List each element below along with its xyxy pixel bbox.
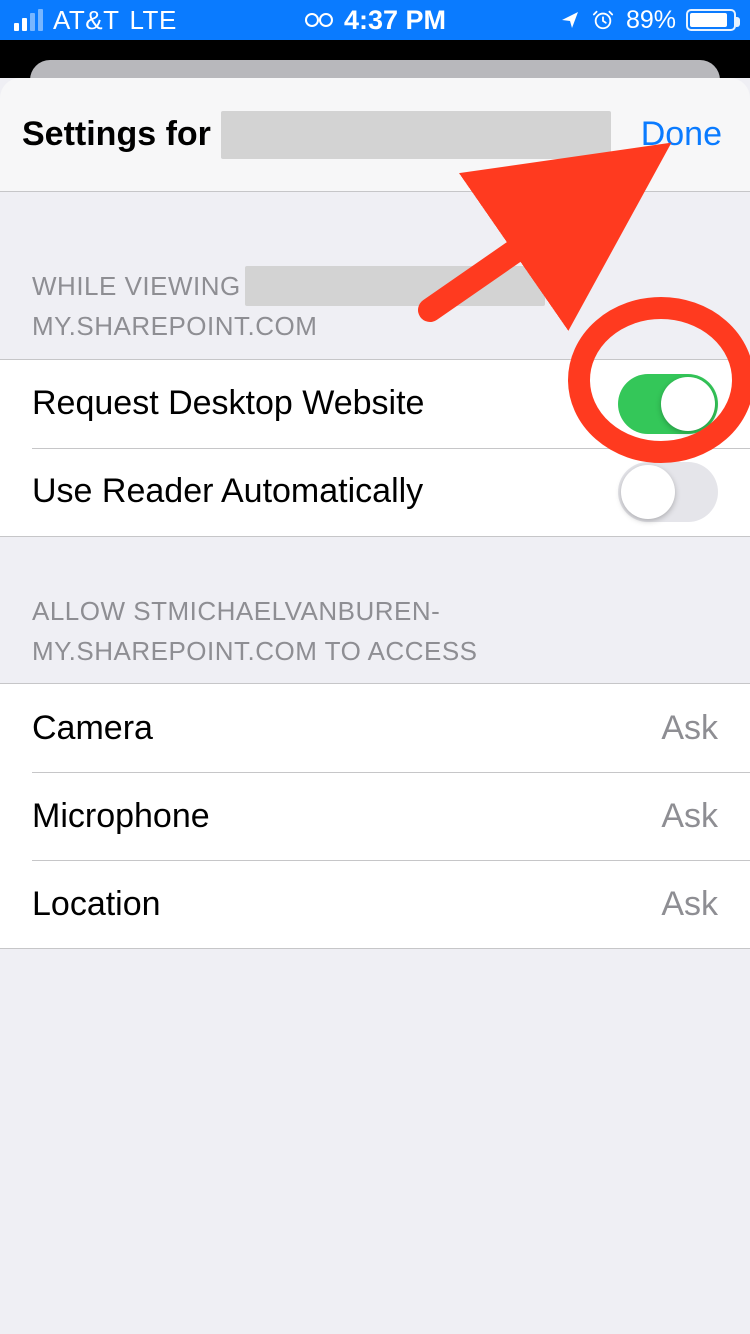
section-header-line1-text: WHILE VIEWING <box>32 266 241 306</box>
status-bar-left: AT&T LTE <box>14 5 177 36</box>
row-microphone[interactable]: Microphone Ask <box>0 772 750 860</box>
redacted-domain-part <box>245 266 545 306</box>
section-header-allow-access: ALLOW STMICHAELVANBUREN-MY.SHAREPOINT.CO… <box>0 537 750 684</box>
background-card-peek <box>30 60 720 80</box>
row-value: Ask <box>661 797 718 836</box>
row-label: Location <box>32 885 161 924</box>
toggle-request-desktop[interactable] <box>618 374 718 434</box>
settings-sheet: Settings for Done WHILE VIEWING MY.SHARE… <box>0 78 750 949</box>
row-label: Request Desktop Website <box>32 384 424 423</box>
background-strip <box>0 40 750 78</box>
row-label: Camera <box>32 709 153 748</box>
carrier-label: AT&T <box>53 5 120 36</box>
row-request-desktop[interactable]: Request Desktop Website <box>0 360 750 448</box>
row-camera[interactable]: Camera Ask <box>0 684 750 772</box>
row-label: Use Reader Automatically <box>32 472 423 511</box>
location-arrow-icon <box>560 10 582 30</box>
status-bar-right: 89% <box>560 6 736 35</box>
row-value: Ask <box>661 709 718 748</box>
settings-group-permissions: Camera Ask Microphone Ask Location Ask <box>0 683 750 949</box>
battery-icon <box>686 9 736 31</box>
sheet-title: Settings for <box>22 111 611 159</box>
done-button[interactable]: Done <box>641 115 722 154</box>
alarm-icon <box>592 9 616 31</box>
section-header-while-viewing: WHILE VIEWING MY.SHAREPOINT.COM <box>0 192 750 359</box>
sheet-title-prefix: Settings for <box>22 115 211 154</box>
section-header-allow-text: ALLOW STMICHAELVANBUREN-MY.SHAREPOINT.CO… <box>32 591 718 672</box>
row-location[interactable]: Location Ask <box>0 860 750 948</box>
sheet-header: Settings for Done <box>0 78 750 192</box>
network-label: LTE <box>130 5 177 36</box>
row-label: Microphone <box>32 797 210 836</box>
cell-signal-icon <box>14 9 43 31</box>
section-header-line2-text: MY.SHAREPOINT.COM <box>32 306 718 346</box>
row-value: Ask <box>661 885 718 924</box>
row-use-reader[interactable]: Use Reader Automatically <box>0 448 750 536</box>
status-bar: AT&T LTE 4:37 PM 89% <box>0 0 750 40</box>
clock-time: 4:37 PM <box>344 5 446 36</box>
redacted-site-name <box>221 111 611 159</box>
status-bar-center: 4:37 PM <box>304 5 446 36</box>
toggle-use-reader[interactable] <box>618 462 718 522</box>
battery-percent: 89% <box>626 6 676 35</box>
settings-group-viewing: Request Desktop Website Use Reader Autom… <box>0 359 750 537</box>
hotspot-icon <box>304 12 334 28</box>
